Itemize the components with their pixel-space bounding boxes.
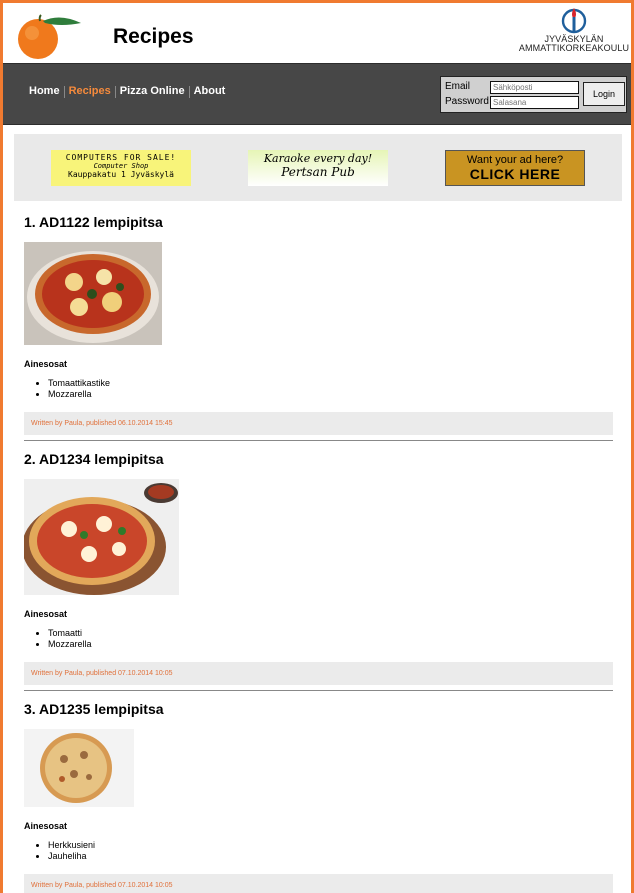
ad-click-here: CLICK HERE: [469, 166, 561, 182]
post-divider: [24, 440, 613, 441]
post-meta: Written by Paula, published 06.10.2014 1…: [24, 412, 613, 435]
ingredient-item: Tomaatti: [48, 628, 613, 639]
page-frame: Recipes JYVÄSKYLÄN AMMATTIKORKEAKOULU Ho…: [0, 0, 634, 893]
ingredient-item: Tomaattikastike: [48, 378, 613, 389]
ingredients-list: Herkkusieni Jauheliha: [24, 840, 613, 862]
ad-karaoke-pub: Pertsan Pub: [281, 165, 355, 179]
login-form: Email Password Login: [440, 76, 627, 113]
school-name-line2: AMMATTIKORKEAKOULU: [518, 43, 630, 53]
orange-logo-icon[interactable]: [15, 9, 85, 61]
ad-banner-row: COMPUTERS FOR SALE! Computer Shop Kauppa…: [14, 134, 622, 201]
email-field[interactable]: [490, 81, 579, 94]
post-meta: Written by Paula, published 07.10.2014 1…: [24, 662, 613, 685]
ingredients-heading: Ainesosat: [24, 359, 68, 369]
site-header: Recipes JYVÄSKYLÄN AMMATTIKORKEAKOULU: [3, 3, 631, 63]
pizza-image: [24, 729, 134, 807]
ingredient-item: Mozzarella: [48, 639, 613, 650]
ad-your-ad-here[interactable]: Want your ad here? CLICK HERE: [445, 150, 585, 186]
nav-pizza-online[interactable]: Pizza Online: [116, 85, 189, 98]
recipe-post: 1. AD1122 lempipitsa Ainesosat Tomaattik…: [24, 214, 613, 441]
recipe-post: 2. AD1234 lempipitsa Ainesosat Tomaatti …: [24, 451, 613, 691]
recipe-title[interactable]: 3. AD1235 lempipitsa: [24, 701, 613, 717]
nav-home[interactable]: Home: [25, 85, 64, 98]
password-label: Password: [445, 96, 489, 107]
main-nav: Home Recipes Pizza Online About: [25, 85, 229, 98]
email-label: Email: [445, 81, 471, 92]
pizza-image: [24, 479, 179, 595]
post-divider: [24, 690, 613, 691]
recipe-title[interactable]: 1. AD1122 lempipitsa: [24, 214, 613, 230]
login-button[interactable]: Login: [583, 82, 625, 106]
post-meta: Written by Paula, published 07.10.2014 1…: [24, 874, 613, 893]
nav-recipes[interactable]: Recipes: [65, 85, 115, 98]
ingredient-item: Herkkusieni: [48, 840, 613, 851]
recipe-title[interactable]: 2. AD1234 lempipitsa: [24, 451, 613, 467]
ingredient-item: Mozzarella: [48, 389, 613, 400]
ad-karaoke-headline: Karaoke every day!: [263, 152, 373, 165]
pizza-image: [24, 242, 162, 345]
ad-karaoke[interactable]: Karaoke every day! Pertsan Pub: [248, 150, 388, 186]
ingredients-list: Tomaattikastike Mozzarella: [24, 378, 613, 400]
page-title: Recipes: [113, 25, 194, 48]
recipe-post: 3. AD1235 lempipitsa Ainesosat Herkkusie…: [24, 701, 613, 893]
ingredients-heading: Ainesosat: [24, 609, 68, 619]
ingredients-heading: Ainesosat: [24, 821, 68, 831]
nav-about[interactable]: About: [190, 85, 230, 98]
ingredient-item: Jauheliha: [48, 851, 613, 862]
password-field[interactable]: [490, 96, 579, 109]
ad-computers[interactable]: COMPUTERS FOR SALE! Computer Shop Kauppa…: [51, 150, 191, 186]
ad-computers-address: Kauppakatu 1 Jyväskylä: [68, 170, 174, 179]
school-emblem-icon: [561, 8, 587, 34]
school-logo[interactable]: JYVÄSKYLÄN AMMATTIKORKEAKOULU: [518, 5, 630, 59]
navbar: Home Recipes Pizza Online About Email Pa…: [3, 63, 631, 125]
ad-computers-shop: Computer Shop: [93, 162, 149, 170]
ingredients-list: Tomaatti Mozzarella: [24, 628, 613, 650]
ad-your-ad-headline: Want your ad here?: [466, 154, 564, 166]
ad-computers-headline: COMPUTERS FOR SALE!: [65, 153, 177, 162]
